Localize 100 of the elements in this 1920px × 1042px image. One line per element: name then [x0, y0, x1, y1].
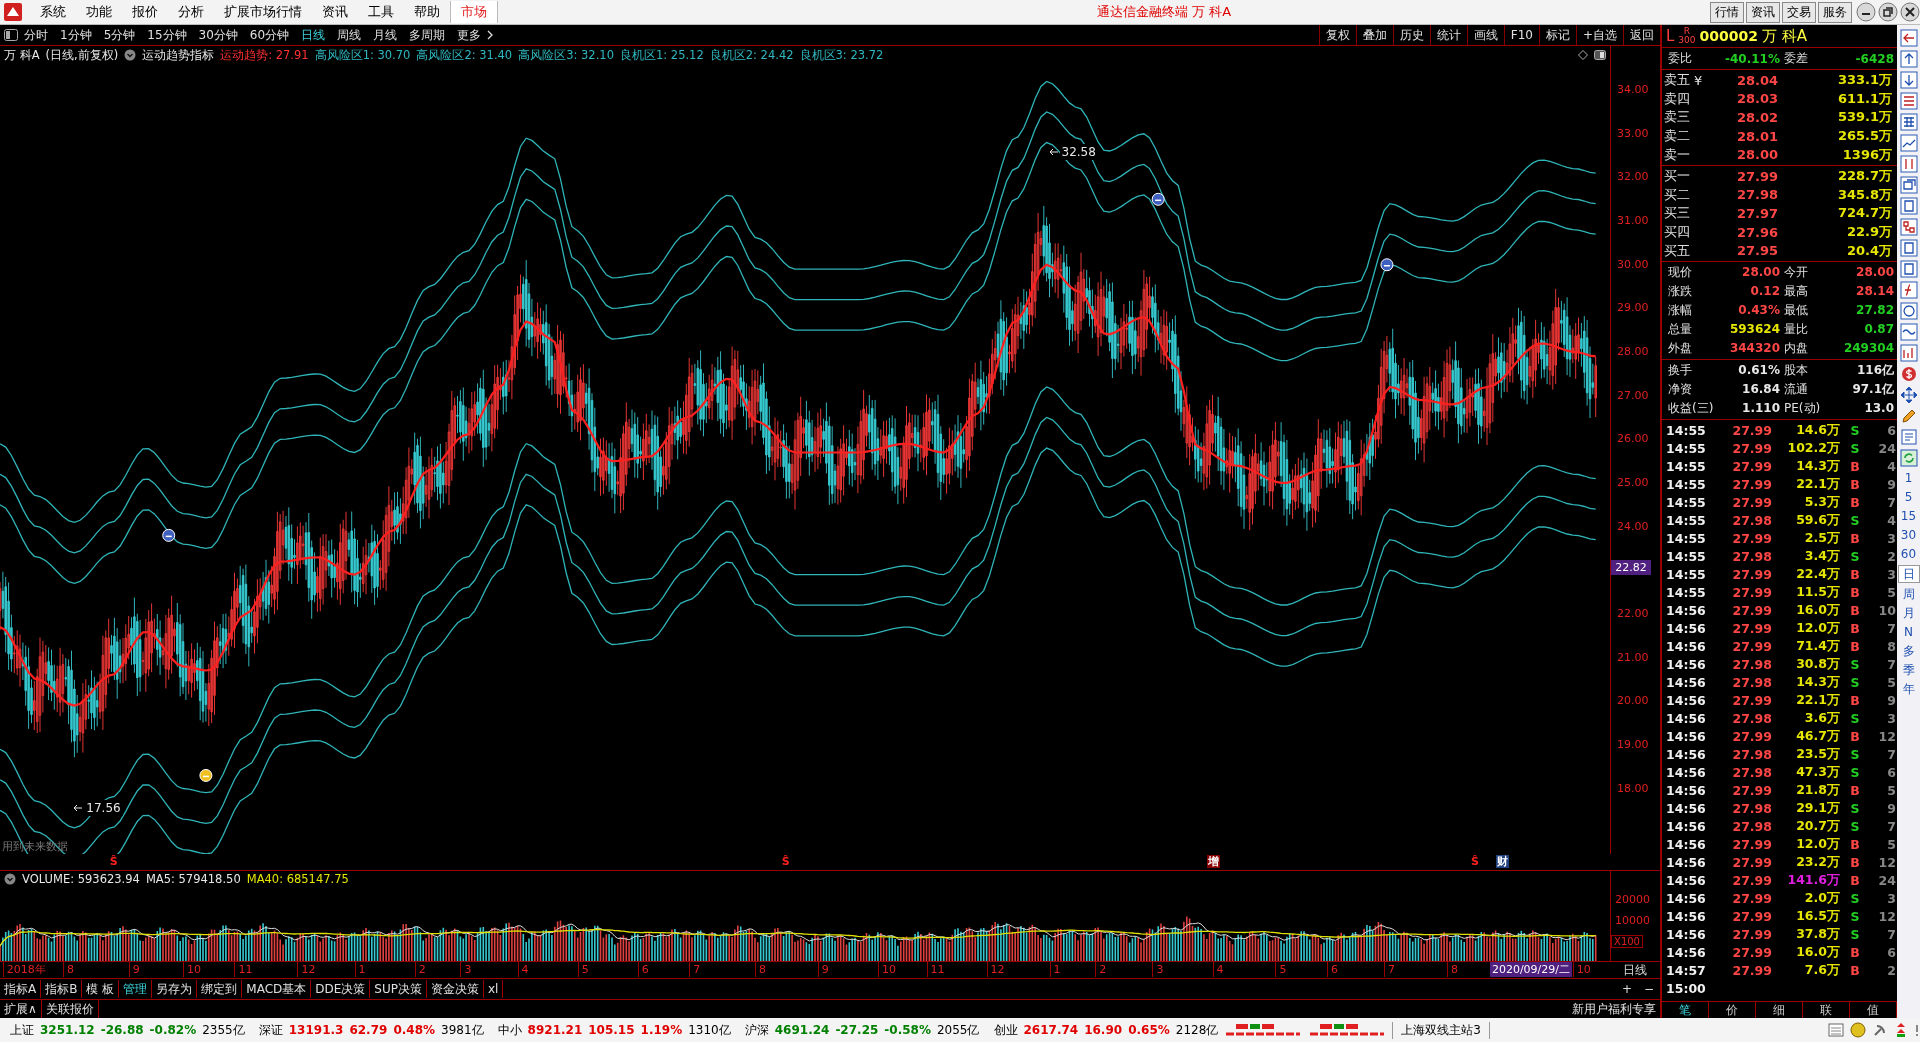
period-tab[interactable]: 1分钟 [54, 26, 98, 44]
list-icon[interactable] [1899, 92, 1918, 110]
chevron-right-icon[interactable] [487, 30, 494, 40]
dropdown-icon[interactable] [124, 49, 137, 61]
exclamation-icon[interactable] [1914, 1022, 1920, 1038]
period-tab[interactable]: 月线 [367, 26, 404, 44]
indicator-tab[interactable]: MACD基本 [242, 980, 312, 998]
event-marker[interactable]: Ŝ [1469, 855, 1480, 868]
period-button[interactable]: 15 [1898, 508, 1919, 524]
dropdown-icon[interactable] [4, 873, 16, 885]
period-tab[interactable]: 多周期 [403, 26, 452, 44]
document-icon[interactable] [1899, 239, 1918, 257]
tick-time: 14:56 [1666, 603, 1707, 619]
arrows-icon[interactable] [1894, 1022, 1908, 1038]
document-icon[interactable] [1899, 197, 1918, 215]
period-tab[interactable]: 60分钟 [243, 26, 296, 44]
chart-tool-button[interactable]: 统计 [1429, 25, 1467, 45]
menu-item[interactable]: 报价 [122, 1, 168, 23]
period-button[interactable]: 日 [1897, 565, 1920, 583]
menu-item[interactable]: 市场 [450, 1, 498, 23]
indicator-tab[interactable]: DDE决策 [311, 980, 371, 998]
chart-tool-button[interactable]: 复权 [1318, 25, 1356, 45]
event-marker[interactable]: Ŝ [780, 855, 791, 868]
line-chart-icon[interactable] [1899, 134, 1918, 152]
menu-item[interactable]: 功能 [76, 1, 122, 23]
event-marker[interactable]: Ŝ [108, 855, 119, 868]
chart-tool-button[interactable]: 画线 [1466, 25, 1504, 45]
top-button[interactable]: 交易 [1782, 1, 1816, 23]
server-name[interactable]: 上海双线主站3 [1392, 1021, 1490, 1039]
axis-label: 1 [1049, 962, 1061, 977]
period-button[interactable]: 1 [1898, 470, 1919, 486]
period-tab[interactable]: 15分钟 [141, 26, 193, 44]
indicator-tab[interactable]: 指标B [41, 980, 83, 998]
refresh-icon[interactable] [1899, 449, 1918, 467]
windows-icon[interactable] [1899, 176, 1918, 194]
panel-toggle-icon[interactable] [4, 29, 18, 41]
bar-chart-icon[interactable] [1899, 344, 1918, 362]
indicator-tab[interactable]: 模 板 [82, 980, 120, 998]
minimize-icon[interactable] [1856, 2, 1876, 22]
event-marker[interactable]: 增 [1206, 855, 1220, 868]
chart-tool-button[interactable]: 标记 [1538, 25, 1576, 45]
period-button[interactable]: 月 [1898, 605, 1919, 621]
restore-icon[interactable] [1878, 2, 1898, 22]
menu-item[interactable]: 工具 [358, 1, 404, 23]
promo-link[interactable]: 新用户福利专享 [1572, 1000, 1660, 1018]
coin-icon[interactable] [1850, 1022, 1866, 1038]
indicator-tab[interactable]: SUP决策 [370, 980, 427, 998]
zoom-button[interactable]: + [1616, 982, 1638, 996]
close-icon[interactable] [1900, 2, 1920, 22]
wave-icon[interactable] [1899, 323, 1918, 341]
period-tab[interactable]: 5分钟 [97, 26, 142, 44]
grid-icon[interactable] [1899, 113, 1918, 131]
period-tab[interactable]: 更多 [451, 26, 488, 44]
indicator-tab[interactable]: 绑定到 [197, 980, 243, 998]
chart-tool-button[interactable]: F10 [1503, 25, 1539, 45]
menu-item[interactable]: 分析 [168, 1, 214, 23]
indicator-tab[interactable]: 另存为 [152, 980, 198, 998]
period-button[interactable]: 30 [1898, 527, 1919, 543]
pencil-icon[interactable] [1899, 407, 1918, 425]
move-icon[interactable] [1899, 386, 1918, 404]
period-button[interactable]: 多 [1898, 643, 1919, 659]
top-button[interactable]: 服务 [1818, 1, 1852, 23]
tree-icon[interactable] [1899, 218, 1918, 236]
indicator-tab[interactable]: 资金决策 [426, 980, 484, 998]
tick-price: 27.98 [1731, 549, 1772, 565]
candlestick-icon[interactable] [1899, 155, 1918, 173]
circle-icon[interactable] [1899, 302, 1918, 320]
menu-item[interactable]: 扩展市场行情 [214, 1, 312, 23]
event-marker[interactable]: 财 [1495, 855, 1509, 868]
period-tab[interactable]: 30分钟 [192, 26, 244, 44]
period-button[interactable]: 年 [1898, 681, 1919, 697]
period-button[interactable]: 季 [1898, 662, 1919, 678]
document-icon[interactable] [1899, 428, 1918, 446]
period-button[interactable]: 60 [1898, 546, 1919, 562]
top-button[interactable]: 资讯 [1746, 1, 1780, 23]
period-button[interactable]: 周 [1898, 586, 1919, 602]
top-button[interactable]: 行情 [1710, 1, 1744, 23]
chart-tool-button[interactable]: +自选 [1575, 25, 1623, 45]
period-tab[interactable]: 周线 [331, 26, 368, 44]
chart-tool-button[interactable]: 历史 [1392, 25, 1430, 45]
chart-tool-button[interactable]: 叠加 [1355, 25, 1393, 45]
function-icon[interactable] [1899, 281, 1918, 299]
dollar-icon[interactable] [1899, 365, 1918, 383]
period-button[interactable]: 5 [1898, 489, 1919, 505]
menu-item[interactable]: 系统 [30, 1, 76, 23]
indicator-tab[interactable]: xl [483, 980, 504, 998]
zoom-button[interactable]: − [1638, 982, 1660, 996]
menu-item[interactable]: 帮助 [404, 1, 450, 23]
period-tab[interactable]: 日线 [295, 26, 332, 44]
indicator-name[interactable]: 运动趋势指标 [142, 47, 215, 63]
period-button[interactable]: N [1898, 624, 1919, 640]
indicator-tab[interactable]: 指标A [0, 980, 42, 998]
diamond-icon[interactable] [1578, 50, 1588, 60]
chart-tool-button[interactable]: 返回 [1623, 25, 1660, 45]
document-icon[interactable] [1899, 260, 1918, 278]
tick-volume: 12.0万 [1795, 836, 1840, 854]
menu-item[interactable]: 资讯 [312, 1, 358, 23]
period-tab[interactable]: 分时 [18, 26, 54, 44]
indicator-tab[interactable]: 管理 [119, 980, 153, 998]
toggle-icon[interactable] [1594, 50, 1606, 60]
